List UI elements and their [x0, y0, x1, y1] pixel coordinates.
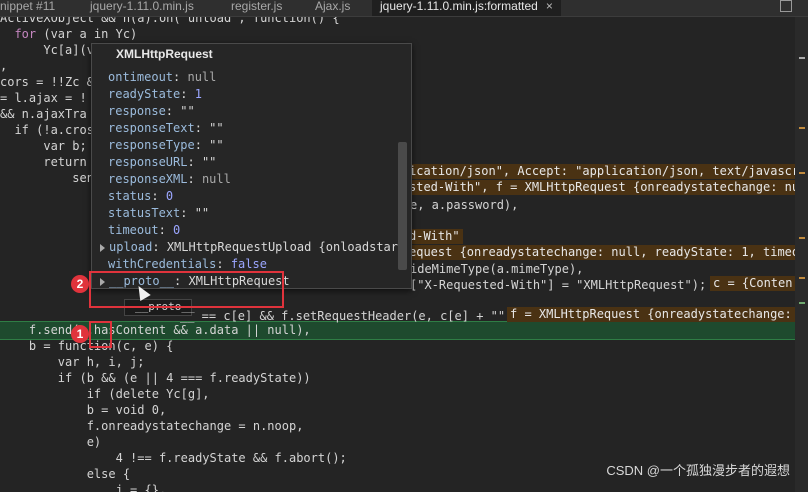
inline-value: sted-With", f = XMLHttpRequest {onreadys…: [406, 180, 795, 195]
inline-value: d-With": [406, 229, 463, 244]
scroll-marker: [799, 57, 805, 59]
property-value: "": [201, 155, 217, 169]
code-line: ActiveXObject && n(a).on("unload", funct…: [0, 17, 340, 25]
property-key: withCredentials: [108, 257, 217, 271]
annotation-badge-2: 2: [71, 275, 89, 293]
code-line: var h, i, j;: [0, 355, 145, 369]
annotation-badge-1: 1: [71, 325, 89, 343]
code-line: 4 !== f.readyState && f.abort();: [0, 451, 347, 465]
property-value: 0: [173, 223, 181, 237]
property-value: "": [209, 121, 224, 135]
property-row: statusText: "": [108, 206, 210, 220]
property-key: responseText: [108, 121, 195, 135]
property-row: timeout: 0: [108, 223, 181, 237]
popup-scrollbar[interactable]: [398, 142, 407, 270]
code-line: cors = !!Zc &: [0, 75, 94, 89]
tab-bar: nippet #11 jquery-1.11.0.min.js register…: [0, 0, 808, 17]
annotation-box-f: [89, 321, 112, 348]
property-row: readyState: 1: [108, 87, 202, 101]
property-row: responseText: "": [108, 121, 224, 135]
property-row: responseType: "": [108, 138, 224, 152]
code-line: = l.ajax = !: [0, 91, 87, 105]
property-row: ontimeout: null: [108, 70, 217, 84]
property-value: null: [187, 70, 217, 84]
property-value: "": [194, 206, 210, 220]
code-line: else {: [0, 467, 131, 481]
panel-toggle-icon[interactable]: [780, 0, 792, 12]
code-line: e, a.password),: [410, 198, 519, 212]
code-line: ideMimeType(a.mimeType),: [410, 262, 584, 276]
property-key: upload: [109, 240, 153, 254]
property-value: 1: [194, 87, 202, 101]
code-line: sen: [0, 171, 94, 185]
property-key: status: [108, 189, 152, 203]
tab-jquery-formatted[interactable]: jquery-1.11.0.min.js:formatted ×: [372, 0, 561, 16]
code-line: ,: [0, 59, 8, 73]
popup-title: XMLHttpRequest: [116, 47, 213, 61]
code-line: ["X-Requested-With"] = "XMLHttpRequest")…: [410, 278, 707, 292]
property-value: null: [201, 172, 231, 186]
property-value: "": [180, 104, 195, 118]
scroll-marker: [799, 172, 805, 174]
property-key: responseXML: [108, 172, 188, 186]
property-row: responseXML: null: [108, 172, 231, 186]
code-line: b = function(c, e) {: [0, 339, 174, 353]
annotation-box-proto: [89, 271, 284, 308]
inline-value: equest {onreadystatechange: null, readyS…: [406, 245, 795, 260]
object-preview-popup[interactable]: XMLHttpRequest ontimeout: null readyState…: [91, 43, 412, 289]
tab-ajax[interactable]: Ajax.js: [315, 0, 350, 16]
property-row: response: "": [108, 104, 195, 118]
scroll-marker: [799, 127, 805, 129]
code-line: e): [0, 435, 102, 449]
property-value: "": [209, 138, 224, 152]
code-line: Yc[a](v: [0, 43, 94, 57]
code-line: j = {},: [0, 483, 167, 492]
property-value: false: [230, 257, 267, 271]
code-line: if (!a.cros: [0, 123, 94, 137]
tab-snippet[interactable]: nippet #11: [0, 0, 55, 16]
code-line: if (b && (e || 4 === f.readyState)): [0, 371, 311, 385]
property-key: statusText: [108, 206, 181, 220]
code-line: b = void 0,: [0, 403, 167, 417]
property-value: XMLHttpRequestUpload {onloadstar: [166, 240, 398, 254]
editor-scrollbar[interactable]: [795, 17, 808, 492]
code-line: var b;: [0, 139, 87, 153]
property-row: status: 0: [108, 189, 174, 203]
inline-value: c = {Conten: [710, 276, 795, 291]
tab-jquery-min[interactable]: jquery-1.11.0.min.js: [90, 0, 194, 16]
tab-register[interactable]: register.js: [231, 0, 282, 16]
scroll-marker: [799, 277, 805, 279]
tab-label: jquery-1.11.0.min.js:formatted: [380, 0, 538, 13]
scroll-marker: [799, 302, 805, 304]
code-line: return: [0, 155, 87, 169]
scroll-marker: [799, 237, 805, 239]
property-value: 0: [165, 189, 174, 203]
property-key: timeout: [108, 223, 159, 237]
inline-value: ication/json", Accept: "application/json…: [406, 164, 795, 179]
close-icon[interactable]: ×: [546, 0, 553, 13]
property-row[interactable]: upload: XMLHttpRequestUpload {onloadstar: [100, 239, 398, 256]
code-line: for (var a in Yc): [0, 27, 138, 41]
expand-arrow-icon[interactable]: [100, 243, 105, 252]
code-line: f.onreadystatechange = n.noop,: [0, 419, 304, 433]
property-key: responseType: [108, 138, 195, 152]
inline-value: f = XMLHttpRequest {onreadystatechange: …: [507, 307, 795, 322]
code-line: if (delete Yc[g],: [0, 387, 210, 401]
watermark: CSDN @一个孤独漫步者的遐想: [606, 463, 790, 478]
property-key: ontimeout: [108, 70, 174, 84]
property-key: response: [108, 104, 166, 118]
property-key: readyState: [108, 87, 181, 101]
paused-code-line: f.send(a.hasContent && a.data || null),: [0, 323, 311, 337]
property-key: responseURL: [108, 155, 188, 169]
property-row: responseURL: "": [108, 155, 217, 169]
code-line: && n.ajaxTra: [0, 107, 87, 121]
